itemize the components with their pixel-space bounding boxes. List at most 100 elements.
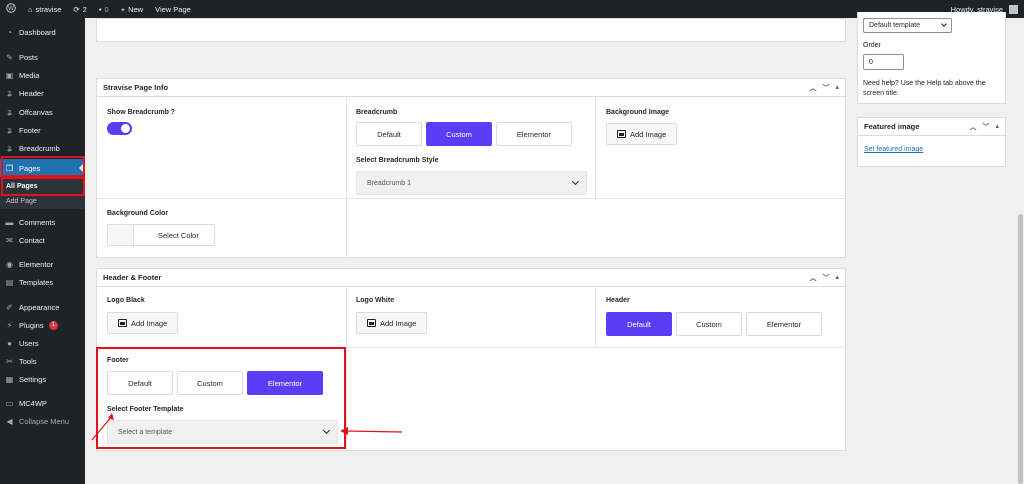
move-up-icon[interactable]: ︿: [809, 83, 816, 93]
new-content-link[interactable]: + New: [115, 0, 149, 18]
page-template-select[interactable]: Default template: [863, 18, 952, 33]
header-default-button[interactable]: Default: [606, 312, 672, 336]
divider: [346, 98, 347, 258]
move-up-icon[interactable]: ︿: [809, 273, 816, 283]
sidebar-item-users[interactable]: ● Users: [0, 335, 85, 351]
sidebar-item-templates[interactable]: ▤ Templates: [0, 274, 85, 290]
show-breadcrumb-toggle[interactable]: [107, 122, 132, 135]
home-icon: ⌂: [28, 4, 33, 14]
svg-text:W: W: [8, 5, 14, 12]
background-add-image-button[interactable]: Add Image: [606, 123, 678, 145]
toggle-panel-icon[interactable]: ▴: [835, 83, 839, 93]
logo-black-label: Logo Black: [107, 297, 145, 304]
set-featured-image-link[interactable]: Set featured image: [864, 146, 923, 153]
comment-icon: ▪: [98, 4, 102, 14]
sidebar-item-footer[interactable]: ʑ Footer: [0, 122, 85, 138]
elementor-kit-icon: ʑ: [7, 143, 12, 153]
header-custom-button[interactable]: Custom: [676, 312, 742, 336]
elementor-icon: ◉: [6, 259, 13, 269]
move-down-icon[interactable]: ﹀: [822, 83, 829, 93]
background-color-label: Background Color: [107, 210, 169, 217]
breadcrumb-style-label: Select Breadcrumb Style: [356, 157, 439, 164]
move-down-icon[interactable]: ﹀: [822, 273, 829, 283]
header-label: Header: [606, 297, 630, 304]
header-footer-header: Header & Footer ︿ ﹀ ▴: [97, 269, 845, 287]
sidebar-item-plugins[interactable]: ⚡ Plugins 1: [0, 317, 85, 333]
divider: [595, 288, 596, 348]
sidebar-item-breadcrumb[interactable]: ʑ Breadcrumb: [0, 140, 85, 156]
settings-icon: ▦: [5, 374, 14, 384]
elementor-kit-icon: ʑ: [7, 125, 12, 135]
featured-image-panel: Featured image ︿ ﹀ ▴ Set featured image: [857, 117, 1006, 167]
sidebar-item-mc4wp[interactable]: ▭ MC4WP: [0, 395, 85, 411]
chevron-down-icon: [941, 21, 947, 27]
sidebar-item-header[interactable]: ʑ Header: [0, 85, 85, 101]
breadcrumb-elementor-button[interactable]: Elementor: [496, 122, 572, 146]
wordpress-icon: W: [6, 3, 16, 15]
plus-icon: +: [120, 4, 126, 14]
sidebar-item-offcanvas[interactable]: ʑ Offcanvas: [0, 104, 85, 120]
color-swatch: [108, 225, 134, 245]
mail-icon: ✉: [6, 235, 13, 245]
scrollbar-thumb[interactable]: [1018, 214, 1023, 484]
elementor-kit-icon: ʑ: [7, 107, 12, 117]
image-icon: [617, 130, 626, 138]
sidebar-item-media[interactable]: ▣ Media: [0, 67, 85, 83]
select-color-button[interactable]: Select Color: [107, 224, 215, 246]
toggle-panel-icon[interactable]: ▴: [995, 122, 999, 132]
wp-logo-button[interactable]: W: [0, 0, 22, 18]
refresh-icon: ⟳: [73, 4, 80, 14]
page-info-metabox: Stravise Page Info ︿ ﹀ ▴ Show Breadcrumb…: [96, 78, 846, 258]
plugins-update-badge: 1: [48, 320, 58, 330]
brush-icon: ✐: [6, 302, 13, 312]
breadcrumb-style-select[interactable]: Breadcrumb 1: [356, 171, 587, 195]
breadcrumb-custom-button[interactable]: Custom: [426, 122, 492, 146]
header-elementor-button[interactable]: Elementor: [746, 312, 822, 336]
updates-link[interactable]: ⟳ 2: [67, 0, 92, 18]
logo-black-add-image-button[interactable]: Add Image: [107, 312, 179, 334]
toggle-panel-icon[interactable]: ▴: [835, 273, 839, 283]
logo-white-label: Logo White: [356, 297, 395, 304]
page-info-header: Stravise Page Info ︿ ﹀ ▴: [97, 79, 845, 97]
comment-icon: ▬: [5, 217, 14, 227]
mc4wp-icon: ▭: [5, 398, 14, 408]
sidebar-item-settings[interactable]: ▦ Settings: [0, 371, 85, 387]
pin-icon: ✎: [6, 52, 13, 62]
plug-icon: ⚡: [6, 320, 13, 330]
site-name-link[interactable]: ⌂ stravise: [22, 0, 67, 18]
comments-link[interactable]: ▪ 0: [93, 0, 115, 18]
show-breadcrumb-label: Show Breadcrumb ?: [107, 109, 176, 116]
move-up-icon[interactable]: ︿: [969, 122, 976, 132]
avatar: [1009, 4, 1018, 14]
dashboard-icon: ◔: [7, 27, 12, 37]
divider: [97, 198, 845, 199]
divider: [595, 98, 596, 198]
annotation-box-all-pages: [1, 177, 85, 196]
breadcrumb-options: Default Custom Elementor: [356, 122, 572, 146]
sidebar-item-appearance[interactable]: ✐ Appearance: [0, 299, 85, 315]
annotation-box-pages: [1, 156, 85, 177]
sidebar-item-dashboard[interactable]: ◔ Dashboard: [0, 24, 85, 40]
submenu-add-page[interactable]: Add Page: [0, 194, 85, 208]
admin-sidebar: ◔ Dashboard ✎ Posts ▣ Media ʑ Header ʑ O…: [0, 18, 85, 484]
sidebar-item-elementor[interactable]: ◉ Elementor: [0, 256, 85, 272]
sidebar-item-tools[interactable]: ✂ Tools: [0, 353, 85, 369]
help-text: Need help? Use the Help tab above the sc…: [863, 80, 986, 97]
collapse-menu-button[interactable]: ◀ Collapse Menu: [0, 413, 85, 429]
logo-white-add-image-button[interactable]: Add Image: [356, 312, 428, 334]
header-options: Default Custom Elementor: [606, 312, 822, 336]
folder-icon: ▤: [5, 277, 14, 287]
sidebar-item-comments[interactable]: ▬ Comments: [0, 214, 85, 230]
wrench-icon: ✂: [6, 356, 13, 366]
editor-top-panel: [96, 18, 846, 42]
image-icon: [367, 319, 376, 327]
move-down-icon[interactable]: ﹀: [982, 122, 989, 132]
order-input[interactable]: 0: [863, 54, 904, 70]
breadcrumb-default-button[interactable]: Default: [356, 122, 422, 146]
elementor-kit-icon: ʑ: [7, 88, 12, 98]
background-image-label: Background Image: [606, 109, 670, 116]
annotation-arrows: [91, 413, 403, 441]
sidebar-item-contact[interactable]: ✉ Contact: [0, 232, 85, 248]
view-page-link[interactable]: View Page: [149, 0, 197, 18]
sidebar-item-posts[interactable]: ✎ Posts: [0, 49, 85, 65]
